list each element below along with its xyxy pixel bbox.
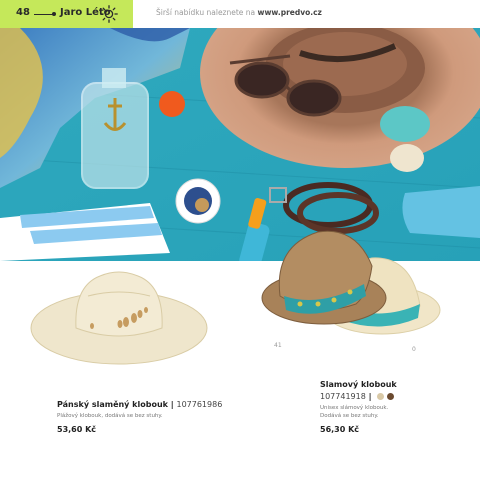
bottle-photo (81, 68, 149, 189)
page-header: 48 Jaro Léto Širší nabídku naleznete na … (0, 0, 480, 28)
product-2-title: Slamový klobouk (320, 380, 397, 389)
more-info-text: Širší nabídku naleznete na www.predvo.cz (156, 8, 322, 17)
item-label-41: 41 (274, 342, 282, 349)
product-1-name: Pánský slaměný klobouk (57, 400, 168, 409)
color-swatch-beige[interactable] (377, 393, 385, 400)
website-link[interactable]: www.predvo.cz (258, 8, 322, 17)
color-swatch-brown[interactable] (387, 393, 395, 400)
stone-photo (390, 144, 424, 172)
more-info-prefix: Širší nabídku naleznete na (156, 8, 258, 17)
page-number: 48 (16, 7, 30, 18)
product-1-code: 107761986 (176, 400, 223, 409)
product-2-price: 56,30 Kč (320, 425, 360, 434)
tab-divider-dot (52, 12, 56, 16)
stone-photo (380, 106, 430, 142)
sun-icon (100, 5, 118, 23)
item-label-0: 0 (412, 346, 416, 353)
product-1-price: 53,60 Kč (57, 425, 97, 434)
product-image-straw-hat (30, 271, 208, 365)
product-image-fedoras (261, 230, 441, 335)
orange-ball-photo (159, 91, 185, 117)
tab-divider-line (34, 14, 54, 15)
section-tab: 48 Jaro Léto (0, 0, 133, 28)
product-1-description: Plážový klobouk, dodává se bez stuhy. (57, 413, 163, 419)
lip-balm-photo (175, 178, 221, 224)
product-1-title: Pánský slaměný klobouk | 107761986 (57, 400, 223, 409)
product-2-code-row: 107741918 | (320, 392, 395, 401)
product-2-description-line2: Dodává se bez stuhy. (320, 413, 379, 419)
product-2-description-line1: Unisex slámový klobouk. (320, 405, 389, 411)
product-2-code: 107741918 (320, 392, 366, 401)
